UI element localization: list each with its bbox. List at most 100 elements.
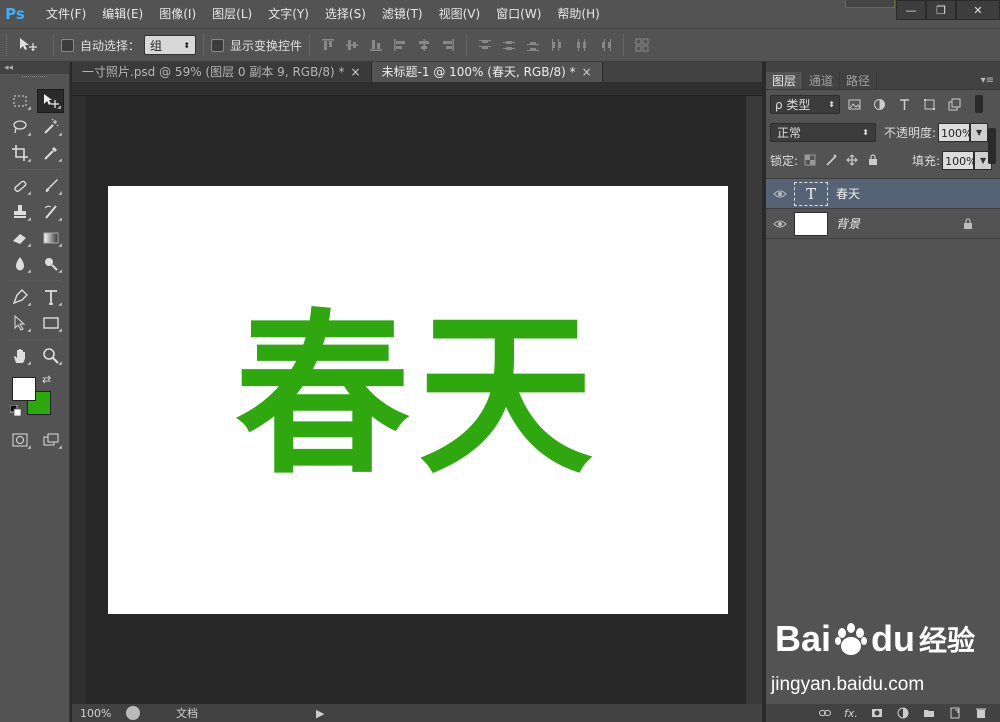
layer-name[interactable]: 背景 [836,215,860,232]
opacity-input[interactable]: 100% [938,122,973,142]
zoom-tool-icon[interactable] [37,344,64,368]
panel-collapse-strip[interactable] [766,62,1000,72]
history-brush-tool-icon[interactable] [37,200,64,224]
opacity-slider-toggle[interactable]: ▼ [970,122,989,142]
visibility-eye-icon[interactable] [770,184,790,204]
filter-type-icon[interactable] [893,95,915,113]
add-mask-icon[interactable] [868,706,886,720]
pen-tool-icon[interactable] [6,285,33,309]
distribute-hcenter-icon[interactable] [570,34,592,56]
filter-shape-icon[interactable] [918,95,940,113]
align-top-icon[interactable] [317,34,339,56]
rectangle-tool-icon[interactable] [37,311,64,335]
link-layers-icon[interactable] [816,706,834,720]
panel-scrollbar[interactable] [988,128,996,164]
distribute-top-icon[interactable] [474,34,496,56]
minimize-button[interactable]: — [896,0,926,20]
distribute-left-icon[interactable] [546,34,568,56]
align-left-icon[interactable] [389,34,411,56]
filter-adjustment-icon[interactable] [868,95,890,113]
quick-mask-icon[interactable] [6,428,33,452]
tab-paths[interactable]: 路径 [840,72,878,89]
path-selection-tool-icon[interactable] [6,311,33,335]
document-canvas[interactable]: 春天 [108,186,728,614]
document-tab-active[interactable]: 未标题-1 @ 100% (春天, RGB/8) * × [371,62,603,82]
lock-transparent-icon[interactable] [801,151,819,169]
clone-stamp-tool-icon[interactable] [6,200,33,224]
zoom-level[interactable]: 100% [72,707,120,720]
healing-brush-tool-icon[interactable] [6,174,33,198]
lasso-tool-icon[interactable] [6,115,33,139]
layer-row-text[interactable]: T 春天 [766,179,1000,209]
menu-file[interactable]: 文件(F) [38,0,94,28]
filter-smart-object-icon[interactable] [943,95,965,113]
align-bottom-icon[interactable] [365,34,387,56]
tools-panel-header[interactable]: ◂◂ [0,62,69,74]
tab-layers[interactable]: 图层 [766,72,804,89]
blend-mode-dropdown[interactable]: 正常 ⬍ [770,122,876,142]
background-layer-thumbnail[interactable] [794,211,828,236]
filter-pixel-icon[interactable] [843,95,865,113]
menu-help[interactable]: 帮助(H) [549,0,607,28]
menu-type[interactable]: 文字(Y) [260,0,317,28]
dodge-tool-icon[interactable] [37,252,64,276]
align-vcenter-icon[interactable] [341,34,363,56]
gradient-tool-icon[interactable] [37,226,64,250]
layer-row-background[interactable]: 背景 [766,209,1000,239]
fill-input[interactable]: 100% [942,150,977,170]
visibility-eye-icon[interactable] [770,214,790,234]
filter-toggle-switch[interactable] [975,95,983,113]
auto-select-checkbox[interactable] [61,38,74,52]
distribute-bottom-icon[interactable] [522,34,544,56]
canvas-text-layer[interactable]: 春天 [108,186,728,614]
foreground-color-swatch[interactable] [12,377,36,401]
eyedropper-tool-icon[interactable] [37,141,64,165]
restore-button[interactable]: ❐ [926,0,956,20]
lock-position-icon[interactable] [843,151,861,169]
distribute-right-icon[interactable] [594,34,616,56]
menu-window[interactable]: 窗口(W) [488,0,549,28]
align-hcenter-icon[interactable] [413,34,435,56]
status-menu-arrow-icon[interactable]: ▶ [316,707,324,720]
layer-lock-icon[interactable] [962,217,974,230]
lock-pixels-icon[interactable] [822,151,840,169]
panel-menu-icon[interactable]: ▾≡ [981,72,1000,89]
vertical-scrollbar[interactable] [746,96,762,704]
menu-select[interactable]: 选择(S) [317,0,374,28]
document-tab[interactable]: 一寸照片.psd @ 59% (图层 0 副本 9, RGB/8) * × [72,62,372,82]
marquee-tool-icon[interactable] [6,89,33,113]
menu-image[interactable]: 图像(I) [151,0,204,28]
menu-view[interactable]: 视图(V) [431,0,489,28]
tab-close-icon[interactable]: × [350,62,360,82]
magic-wand-tool-icon[interactable] [37,115,64,139]
tab-close-icon[interactable]: × [582,62,592,82]
close-button[interactable]: ✕ [956,0,1000,20]
layer-style-icon[interactable]: fx. [842,706,860,720]
new-group-icon[interactable] [920,706,938,720]
hand-tool-icon[interactable] [6,344,33,368]
show-transform-checkbox[interactable] [211,38,225,52]
auto-select-dropdown[interactable]: 组 ⬍ [144,35,197,55]
type-tool-icon[interactable] [37,285,64,309]
tools-panel-grip[interactable] [22,76,47,86]
delete-layer-icon[interactable] [972,706,990,720]
eraser-tool-icon[interactable] [6,226,33,250]
layer-filter-dropdown[interactable]: ρ 类型 ⬍ [770,94,840,114]
text-layer-thumbnail[interactable]: T [794,181,828,206]
crop-tool-icon[interactable] [6,141,33,165]
move-tool-icon[interactable] [37,89,64,113]
screen-mode-icon[interactable] [37,428,64,452]
blur-tool-icon[interactable] [6,252,33,276]
distribute-vcenter-icon[interactable] [498,34,520,56]
status-info-icon[interactable] [126,706,140,720]
auto-align-layers-icon[interactable] [631,34,653,56]
brush-tool-icon[interactable] [37,174,64,198]
menu-filter[interactable]: 滤镜(T) [374,0,431,28]
lock-all-icon[interactable] [864,151,882,169]
move-tool-preset-icon[interactable] [12,33,46,57]
default-colors-icon[interactable] [10,405,22,417]
new-layer-icon[interactable] [946,706,964,720]
align-right-icon[interactable] [437,34,459,56]
layer-name[interactable]: 春天 [836,185,860,202]
menu-edit[interactable]: 编辑(E) [94,0,151,28]
